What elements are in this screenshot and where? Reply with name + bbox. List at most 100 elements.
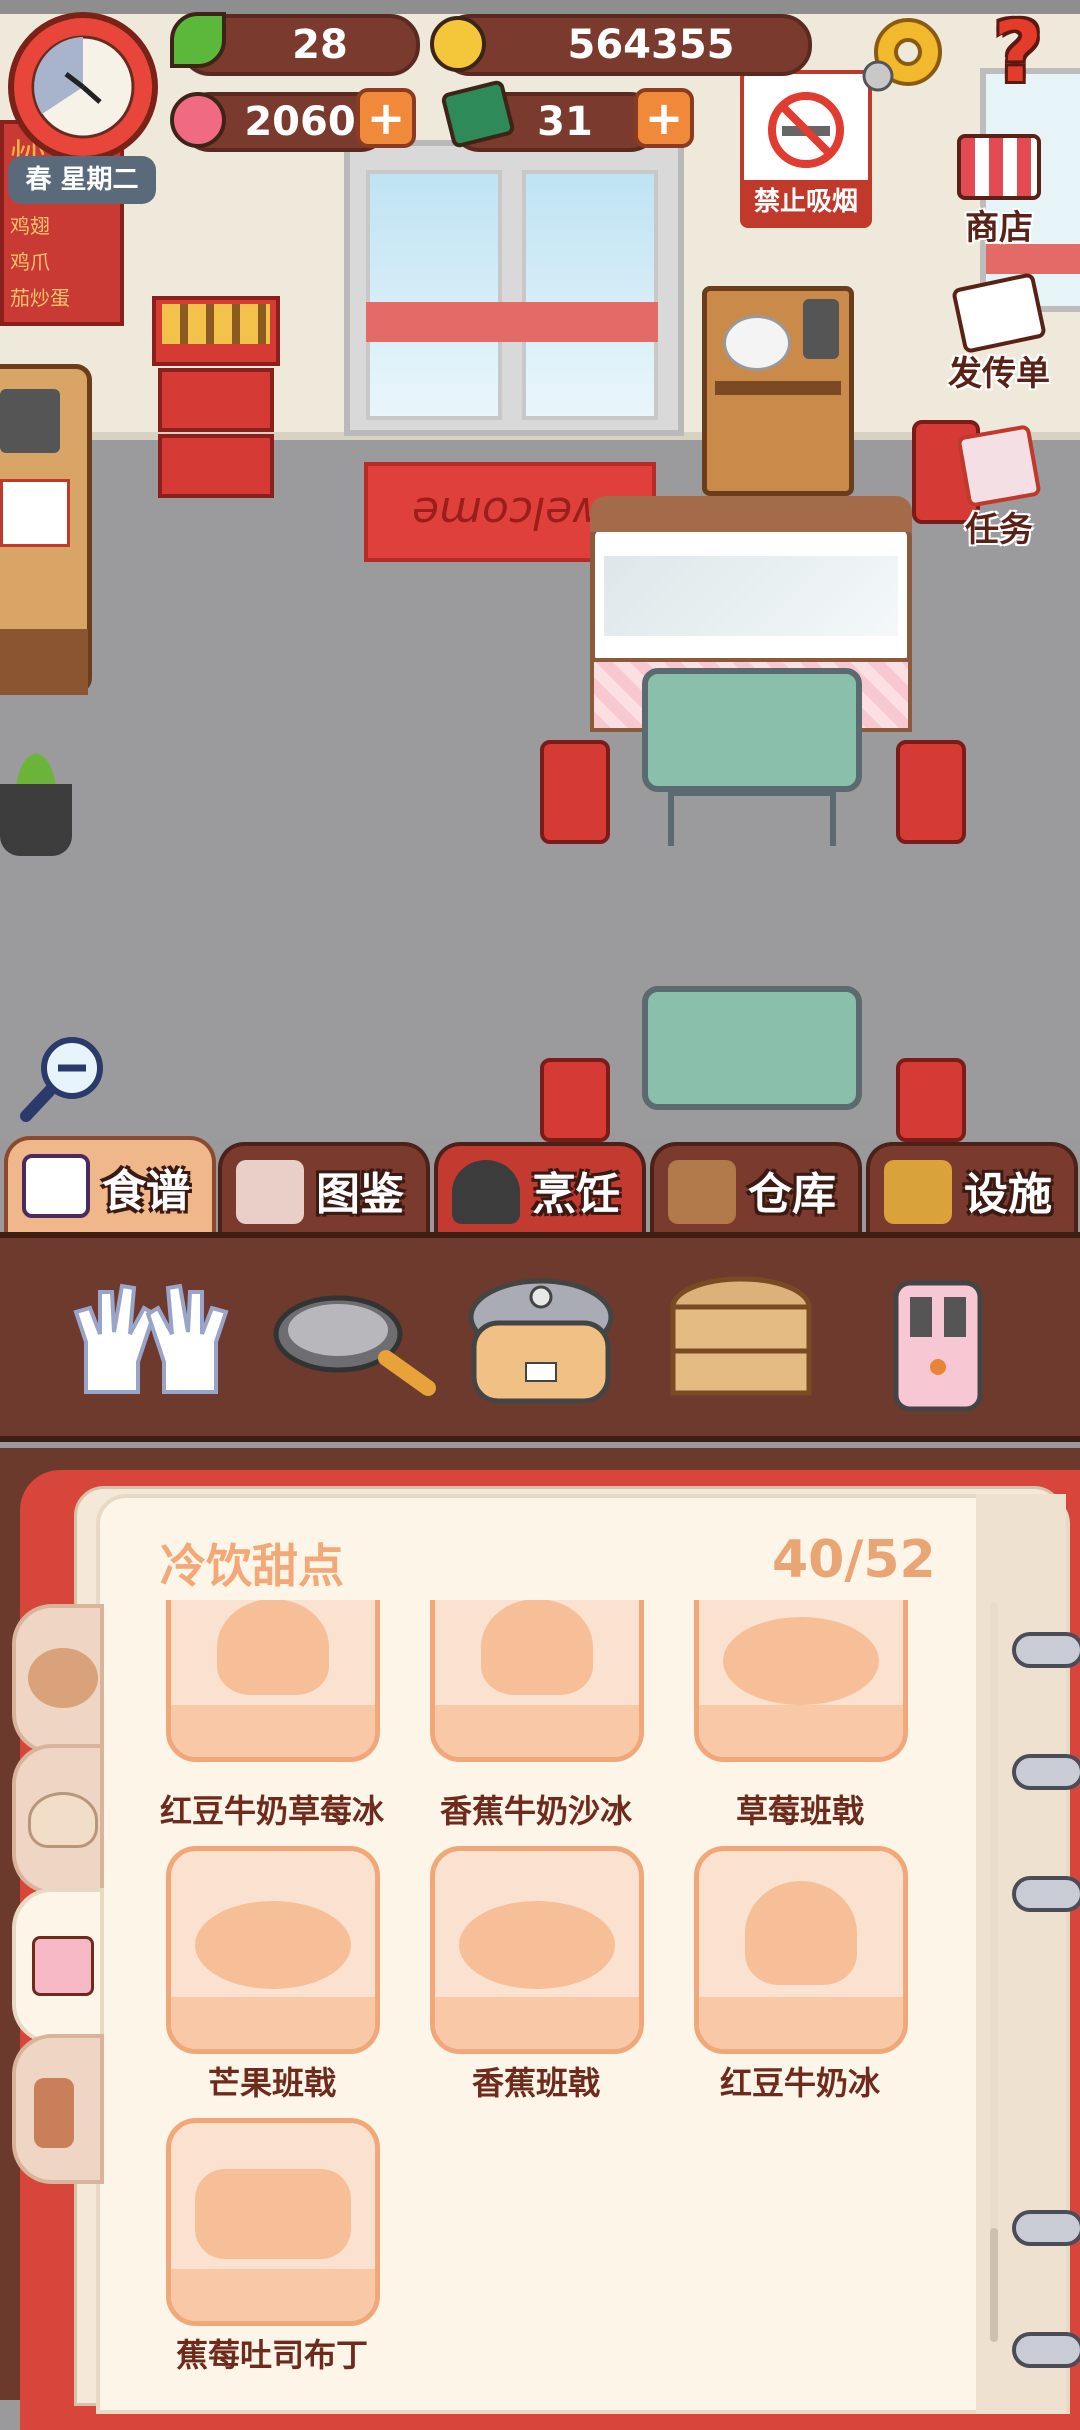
heart-icon	[170, 92, 226, 148]
tab-storage[interactable]: 仓库	[650, 1142, 862, 1234]
tab-recipes-label: 食谱	[102, 1166, 190, 1217]
recipe-category-title: 冷饮甜点	[160, 1539, 344, 1593]
no-smoking-sign: 禁止吸烟	[740, 70, 872, 228]
tool-rice-cooker[interactable]	[456, 1262, 626, 1422]
recipe-grid: 红豆牛奶草莓冰 香蕉牛奶沙冰 草莓班戟 芒果班戟 香蕉班戟 红豆牛奶冰 蕉莓吐司…	[150, 1600, 930, 2400]
menu-board-line: 鸡爪	[10, 250, 50, 274]
dining-table	[642, 986, 862, 1110]
meal-plate-icon	[28, 1648, 98, 1708]
leaf-icon	[170, 12, 226, 68]
recipe-scrollbar-thumb[interactable]	[990, 2228, 998, 2342]
leaf-count: 28	[292, 22, 348, 68]
task-button[interactable]: 任务	[934, 424, 1064, 551]
add-hearts-button[interactable]: +	[356, 88, 416, 148]
recipe-book-icon	[22, 1154, 90, 1218]
heart-count: 2060	[244, 99, 356, 145]
no-smoking-label: 禁止吸烟	[744, 180, 868, 224]
shop-icon	[957, 134, 1041, 200]
recipe-card[interactable]	[166, 1846, 380, 2054]
menu-board-line: 鸡翅	[10, 214, 50, 238]
help-button[interactable]: ?	[978, 4, 1058, 100]
category-tab-drinks[interactable]	[12, 2034, 104, 2184]
tool-frying-pan[interactable]	[268, 1262, 438, 1422]
potted-plant	[0, 720, 80, 860]
settings-button[interactable]	[856, 8, 952, 98]
glass-door	[344, 140, 684, 436]
clock-button[interactable]	[8, 12, 158, 162]
dumpling-icon	[28, 1792, 98, 1848]
flyer-icon	[951, 271, 1047, 355]
recipe-card[interactable]	[430, 1846, 644, 2054]
flyer-label: 发传单	[948, 354, 1050, 394]
category-tab-desserts[interactable]	[12, 1888, 104, 2044]
dish-cabinet	[702, 286, 854, 496]
no-smoking-icon	[768, 92, 844, 168]
gear-icon	[862, 18, 942, 92]
tab-storage-label: 仓库	[748, 1169, 836, 1220]
cooking-pot-icon	[452, 1160, 520, 1224]
rice-cooker-icon	[468, 1278, 614, 1404]
shop-label: 商店	[965, 208, 1033, 248]
binder-ring	[1012, 2332, 1080, 2368]
beer-crates	[152, 296, 280, 502]
binder-ring	[1012, 1876, 1080, 1912]
red-chair	[540, 1058, 610, 1142]
book-count: 31	[537, 99, 593, 145]
zoom-out-button[interactable]	[16, 1028, 112, 1124]
recipe-name: 香蕉班戟	[471, 2064, 600, 2102]
shop-button[interactable]: 商店	[934, 134, 1064, 249]
coin-count: 564355	[567, 22, 735, 68]
recipe-name: 蕉莓吐司布丁	[175, 2336, 368, 2374]
recipe-name: 红豆牛奶草莓冰	[159, 1792, 384, 1830]
zoom-out-icon	[20, 1037, 103, 1122]
recipe-card[interactable]	[166, 2118, 380, 2326]
storage-shelf-icon	[668, 1160, 736, 1224]
cake-slice-icon	[32, 1936, 94, 1996]
binder-ring	[1012, 1632, 1080, 1668]
facility-chair-icon	[884, 1160, 952, 1224]
recipe-name: 草莓班戟	[735, 1792, 864, 1830]
welcome-mat-text: welcome	[411, 486, 609, 538]
recipe-card[interactable]	[694, 1600, 908, 1762]
tab-facilities[interactable]: 设施	[866, 1142, 1078, 1234]
task-label: 任务	[965, 510, 1033, 550]
add-books-button[interactable]: +	[634, 88, 694, 148]
recipe-card[interactable]	[430, 1600, 644, 1762]
coin-icon	[430, 16, 486, 72]
sauce-bottle-icon	[34, 2078, 74, 2148]
menu-board-line: 茄炒蛋	[10, 286, 70, 310]
tab-collection[interactable]: 图鉴	[218, 1142, 430, 1234]
characters-icon	[236, 1160, 304, 1224]
recipe-card[interactable]	[166, 1600, 380, 1762]
red-chair	[540, 740, 610, 844]
dining-table	[642, 668, 862, 792]
season-day-label: 春 星期二	[8, 156, 156, 204]
coin-counter: 564355	[440, 14, 812, 76]
gloves-icon	[73, 1283, 229, 1394]
tab-collection-label: 图鉴	[316, 1169, 404, 1220]
recipe-name: 香蕉牛奶沙冰	[439, 1792, 632, 1830]
category-tab-dimsum[interactable]	[12, 1744, 104, 1894]
binder-ring	[1012, 1754, 1080, 1790]
recipe-card[interactable]	[694, 1846, 908, 2054]
binder-ring	[1012, 2210, 1080, 2246]
recipe-name: 芒果班戟	[207, 2064, 336, 2102]
tool-toaster[interactable]	[852, 1262, 1022, 1422]
clock-icon	[31, 35, 135, 139]
tab-cooking[interactable]: 烹饪	[434, 1142, 646, 1234]
table-legs	[668, 790, 836, 846]
category-tab-meals[interactable]	[12, 1604, 104, 1754]
tab-cooking-label: 烹饪	[532, 1169, 620, 1220]
steamer-icon	[670, 1276, 812, 1396]
tab-recipes[interactable]: 食谱	[4, 1136, 216, 1234]
cashier-counter	[0, 364, 92, 695]
cash-register-icon	[0, 389, 60, 453]
red-chair	[896, 740, 966, 844]
recipe-progress: 40/52	[772, 1530, 936, 1590]
recipe-name: 红豆牛奶冰	[719, 2064, 880, 2102]
tool-steamer[interactable]	[656, 1262, 826, 1422]
flyer-button[interactable]: 发传单	[934, 271, 1064, 395]
toaster-icon	[893, 1280, 983, 1412]
red-chair	[896, 1058, 966, 1142]
tool-gloves[interactable]	[66, 1262, 236, 1422]
